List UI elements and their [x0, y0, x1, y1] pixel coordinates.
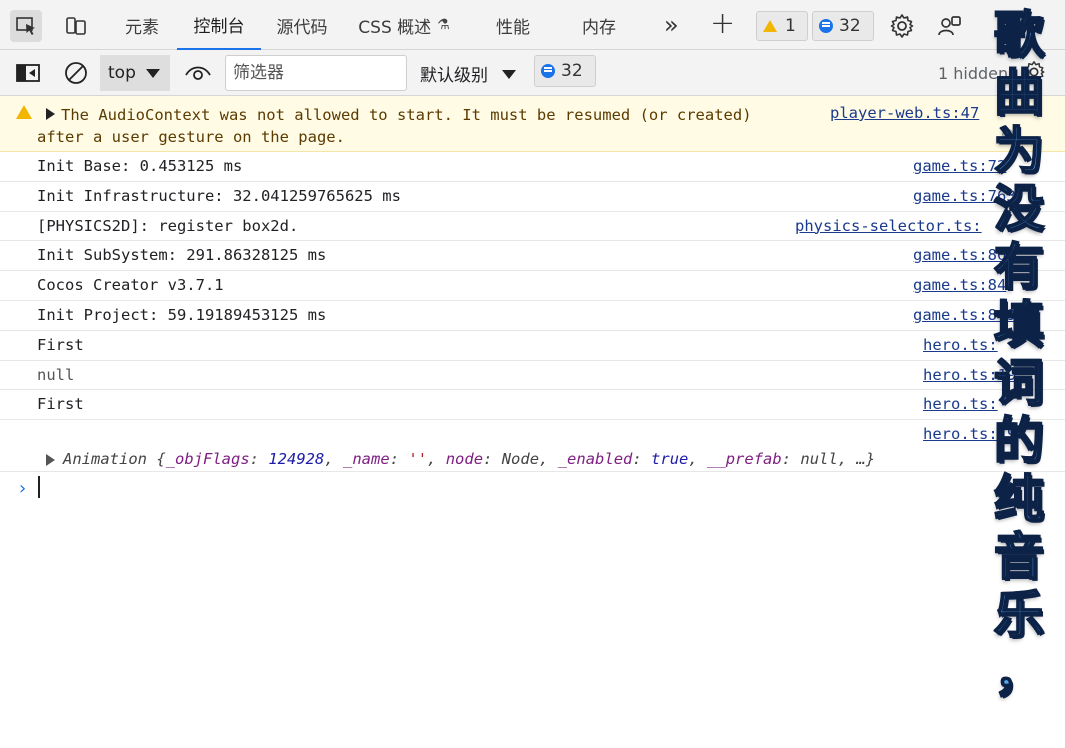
source-link[interactable]: hero.ts:19: [923, 366, 1016, 384]
warnings-badge[interactable]: 1: [756, 11, 808, 41]
console-messages: The AudioContext was not allowed to star…: [0, 96, 1065, 473]
sidebar-toggle-button[interactable]: [12, 57, 44, 89]
source-link[interactable]: game.ts:849: [913, 306, 1016, 324]
source-link[interactable]: physics-selector.ts:: [795, 217, 982, 235]
source-link[interactable]: game.ts:72: [913, 157, 1006, 175]
log-level-dropdown[interactable]: 默认级别: [420, 55, 516, 91]
clear-console-button[interactable]: [60, 57, 92, 89]
log-row[interactable]: Init SubSystem: 291.86328125 ms game.ts:…: [0, 241, 1065, 272]
source-link[interactable]: hero.ts:: [923, 336, 998, 354]
log-row[interactable]: [PHYSICS2D]: register box2d. physics-sel…: [0, 212, 1065, 242]
warning-icon: [16, 105, 32, 119]
log-row[interactable]: First hero.ts:: [0, 331, 1065, 361]
source-link[interactable]: hero.ts:19: [923, 425, 1016, 443]
inspect-element-button[interactable]: [10, 10, 42, 42]
source-link[interactable]: game.ts:80: [913, 246, 1006, 264]
device-emulation-button[interactable]: [60, 10, 92, 42]
console-toolbar: top 默认级别 32 1 hidden: [0, 50, 1065, 96]
filter-input[interactable]: [225, 55, 407, 91]
log-row[interactable]: Init Infrastructure: 32.041259765625 ms …: [0, 182, 1065, 212]
chevron-down-icon: [502, 69, 516, 79]
console-input-caret[interactable]: [38, 476, 40, 498]
console-settings-button[interactable]: [1022, 60, 1046, 88]
gear-icon: [1023, 61, 1045, 83]
search-icon[interactable]: 🔍: [1001, 128, 1020, 146]
tab-css-overview[interactable]: CSS 概述 ⚗: [348, 0, 460, 50]
subtitle-char: 音: [993, 527, 1045, 587]
messages-badge[interactable]: 32: [812, 11, 874, 41]
expand-triangle-icon[interactable]: [46, 454, 55, 467]
log-row[interactable]: First hero.ts:: [0, 390, 1065, 421]
source-link[interactable]: player-web.ts:47: [830, 104, 979, 122]
warning-icon: [763, 20, 777, 32]
log-row[interactable]: Init Base: 0.453125 ms game.ts:72: [0, 152, 1065, 182]
warning-message: The AudioContext was not allowed to star…: [37, 106, 752, 146]
devtools-tab-bar: 元素 控制台 源代码 CSS 概述 ⚗ 性能 内存 » + 1 32: [0, 0, 1065, 50]
chevron-down-icon: [146, 69, 160, 78]
source-link[interactable]: hero.ts:: [923, 395, 998, 413]
tab-console[interactable]: 控制台: [177, 0, 261, 50]
tab-sources[interactable]: 源代码: [264, 0, 340, 50]
object-preview[interactable]: Animation {_objFlags: 124928, _name: '',…: [63, 450, 875, 468]
source-link[interactable]: game.ts:763: [913, 187, 1016, 205]
toolbar-messages-badge[interactable]: 32: [534, 55, 596, 87]
inspect-cursor-icon: [16, 17, 35, 35]
sidebar-toggle-icon: [16, 64, 40, 82]
live-expression-button[interactable]: [182, 57, 214, 89]
console-prompt-icon: ›: [19, 478, 27, 499]
log-row[interactable]: Cocos Creator v3.7.1 game.ts:84: [0, 271, 1065, 301]
warning-row[interactable]: The AudioContext was not allowed to star…: [0, 96, 1065, 152]
message-icon: [819, 19, 833, 33]
subtitle-char: 乐: [993, 585, 1045, 645]
block-icon: [65, 62, 87, 84]
log-row[interactable]: Init Project: 59.19189453125 ms game.ts:…: [0, 301, 1065, 331]
tab-elements[interactable]: 元素: [110, 0, 174, 50]
source-link[interactable]: game.ts:84: [913, 276, 1006, 294]
add-tab-icon[interactable]: +: [710, 8, 735, 40]
device-icon: [66, 17, 86, 35]
hidden-messages-count: 1 hidden: [938, 63, 1009, 83]
subtitle-char: ，: [993, 643, 1045, 703]
gear-icon: [890, 14, 914, 38]
tab-memory[interactable]: 内存: [568, 0, 630, 50]
more-tabs-chevron-icon[interactable]: »: [664, 10, 679, 40]
experiment-flask-icon: ⚗: [437, 17, 450, 33]
tab-performance[interactable]: 性能: [482, 0, 544, 50]
log-row[interactable]: null hero.ts:19: [0, 361, 1065, 391]
eye-icon: [185, 66, 211, 80]
subtitle-char: 纯: [993, 469, 1045, 529]
context-selector[interactable]: top: [100, 55, 170, 91]
people-icon: [938, 16, 961, 36]
customize-button[interactable]: [934, 10, 966, 42]
message-icon: [541, 64, 555, 78]
object-log-row[interactable]: hero.ts:19 Animation {_objFlags: 124928,…: [0, 420, 1065, 473]
settings-button[interactable]: [886, 10, 918, 42]
